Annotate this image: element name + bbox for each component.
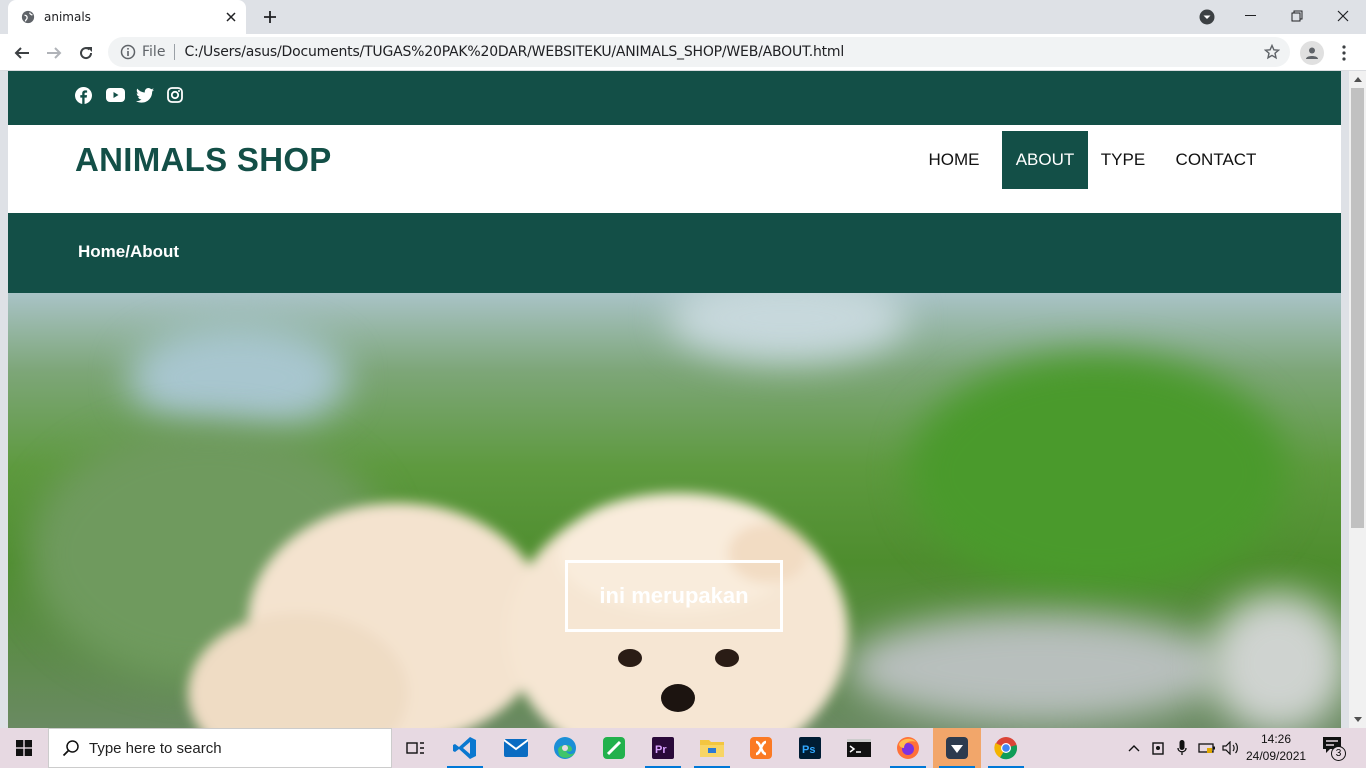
xampp-icon[interactable]	[737, 728, 785, 768]
page-scrollbar[interactable]	[1349, 71, 1366, 728]
new-tab-button[interactable]	[258, 6, 282, 28]
restore-button[interactable]	[1274, 0, 1320, 32]
start-button[interactable]	[0, 728, 48, 768]
browser-toolbar: File C:/Users/asus/Documents/TUGAS%20PAK…	[0, 34, 1366, 71]
terminal-icon[interactable]	[835, 728, 883, 768]
search-placeholder: Type here to search	[89, 739, 222, 757]
firefox-icon[interactable]	[884, 728, 932, 768]
nav-contact[interactable]: CONTACT	[1168, 131, 1264, 189]
nav-about[interactable]: ABOUT	[1002, 131, 1088, 189]
search-icon	[62, 740, 79, 757]
notification-center-icon[interactable]: 3	[1322, 736, 1346, 761]
scheme-label: File	[142, 44, 166, 60]
twitter-icon[interactable]	[136, 86, 154, 104]
youtube-icon[interactable]	[105, 86, 125, 104]
premiere-icon[interactable]: Pr	[639, 728, 687, 768]
facebook-icon[interactable]	[74, 86, 92, 104]
scroll-up-icon[interactable]	[1349, 71, 1366, 88]
breadcrumb[interactable]: Home/About	[78, 242, 179, 262]
profile-avatar-icon[interactable]	[1300, 41, 1324, 65]
instagram-icon[interactable]	[166, 86, 184, 104]
nav-type[interactable]: TYPE	[1092, 131, 1154, 189]
taskbar-search-input[interactable]: Type here to search	[48, 728, 392, 768]
mail-icon[interactable]	[492, 728, 540, 768]
close-window-button[interactable]	[1320, 0, 1366, 32]
browser-tab[interactable]: animals	[8, 0, 246, 34]
photoshop-icon[interactable]: Ps	[786, 728, 834, 768]
svg-text:Ps: Ps	[802, 744, 815, 756]
file-explorer-icon[interactable]	[688, 728, 736, 768]
minimize-button[interactable]	[1228, 0, 1274, 32]
hero-caption: ini merupakan	[599, 583, 749, 608]
hero-image: ini merupakan	[8, 293, 1341, 728]
nav-home[interactable]: HOME	[920, 131, 988, 189]
battery-icon[interactable]	[1196, 728, 1218, 768]
url-text[interactable]: C:/Users/asus/Documents/TUGAS%20PAK%20DA…	[184, 44, 844, 60]
active-app-icon[interactable]	[933, 728, 981, 768]
scroll-down-icon[interactable]	[1349, 711, 1366, 728]
site-logo[interactable]: ANIMALS SHOP	[75, 141, 332, 179]
clock-time: 14:26	[1260, 732, 1292, 746]
address-bar[interactable]: File C:/Users/asus/Documents/TUGAS%20PAK…	[108, 37, 1290, 67]
tab-search-icon[interactable]	[1196, 6, 1218, 28]
drawing-app-icon[interactable]	[590, 728, 638, 768]
show-hidden-icons-icon[interactable]	[1124, 728, 1144, 768]
back-button[interactable]	[8, 39, 36, 67]
address-separator	[174, 44, 176, 60]
volume-icon[interactable]	[1220, 728, 1242, 768]
windows-taskbar: Type here to search Pr Ps 14:26 24/09/20…	[0, 728, 1366, 768]
system-clock[interactable]: 14:26 24/09/2021	[1246, 731, 1306, 765]
clock-date: 24/09/2021	[1246, 749, 1307, 763]
social-topbar	[8, 71, 1341, 125]
scrollbar-thumb[interactable]	[1351, 88, 1364, 528]
meet-now-icon[interactable]	[1148, 728, 1170, 768]
vscode-icon[interactable]	[441, 728, 489, 768]
forward-button[interactable]	[40, 39, 68, 67]
puppy-image	[188, 493, 848, 728]
info-icon[interactable]	[120, 44, 136, 60]
site-header: ANIMALS SHOP HOME ABOUT TYPE CONTACT	[8, 125, 1341, 213]
edge-icon[interactable]	[541, 728, 589, 768]
chrome-icon[interactable]	[982, 728, 1030, 768]
bookmark-star-icon[interactable]	[1264, 44, 1280, 60]
close-tab-icon[interactable]	[222, 8, 240, 26]
hero-caption-box: ini merupakan	[565, 560, 783, 632]
svg-text:Pr: Pr	[655, 744, 667, 756]
breadcrumb-bar: Home/About	[8, 213, 1341, 293]
task-view-icon[interactable]	[392, 728, 440, 768]
reload-button[interactable]	[72, 39, 100, 67]
tab-title: animals	[44, 10, 91, 24]
notification-badge: 3	[1331, 746, 1346, 761]
browser-menu-icon[interactable]	[1336, 41, 1352, 65]
microphone-icon[interactable]	[1172, 728, 1192, 768]
globe-icon	[21, 10, 35, 24]
page-viewport: ANIMALS SHOP HOME ABOUT TYPE CONTACT Hom…	[8, 71, 1341, 728]
browser-tabstrip: animals	[0, 0, 1366, 34]
